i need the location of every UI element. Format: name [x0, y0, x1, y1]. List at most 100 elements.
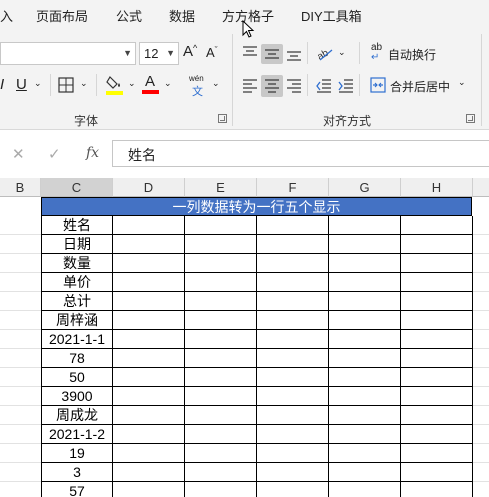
menu-insert[interactable]: 入 — [0, 6, 13, 25]
cell-c[interactable]: 78 — [41, 349, 113, 368]
table-cell[interactable] — [185, 425, 257, 444]
table-cell[interactable] — [257, 330, 329, 349]
table-cell[interactable] — [257, 273, 329, 292]
table-cell[interactable] — [113, 216, 185, 235]
font-dialog-launcher-icon[interactable] — [218, 114, 227, 123]
table-cell[interactable] — [113, 425, 185, 444]
increase-indent-icon[interactable] — [338, 78, 354, 94]
table-cell[interactable] — [329, 311, 401, 330]
table-cell[interactable] — [257, 444, 329, 463]
table-cell[interactable] — [401, 482, 473, 497]
column-header-i[interactable] — [473, 178, 489, 197]
table-cell[interactable] — [401, 406, 473, 425]
table-cell[interactable] — [329, 368, 401, 387]
table-cell[interactable] — [401, 425, 473, 444]
table-cell[interactable] — [113, 482, 185, 497]
cell-c[interactable]: 57 — [41, 482, 113, 497]
table-cell[interactable] — [185, 292, 257, 311]
underline-button[interactable]: U — [16, 76, 27, 93]
table-cell[interactable] — [113, 444, 185, 463]
chevron-down-icon[interactable]: ⌄ — [164, 78, 172, 89]
table-cell[interactable] — [113, 387, 185, 406]
table-cell[interactable] — [257, 425, 329, 444]
cell-c[interactable]: 总计 — [41, 292, 113, 311]
borders-icon[interactable] — [58, 77, 74, 93]
worksheet-grid[interactable]: B C D E F G H 一列数据转为一行五个显示 姓名 日期 数量 单价 总计 周梓涵… — [0, 178, 489, 497]
table-cell[interactable] — [113, 311, 185, 330]
table-cell[interactable] — [185, 235, 257, 254]
top-align-icon[interactable] — [242, 45, 258, 61]
table-cell[interactable] — [401, 216, 473, 235]
column-header-c[interactable]: C — [41, 178, 113, 197]
table-cell[interactable] — [185, 273, 257, 292]
cell-c[interactable]: 2021-1-1 — [41, 330, 113, 349]
table-cell[interactable] — [401, 444, 473, 463]
table-cell[interactable] — [329, 273, 401, 292]
table-cell[interactable] — [401, 463, 473, 482]
table-cell[interactable] — [257, 311, 329, 330]
table-cell[interactable] — [113, 406, 185, 425]
cell-c[interactable]: 50 — [41, 368, 113, 387]
table-cell[interactable] — [113, 254, 185, 273]
table-cell[interactable] — [257, 482, 329, 497]
table-cell[interactable] — [257, 216, 329, 235]
table-cell[interactable] — [113, 463, 185, 482]
middle-align-icon[interactable] — [264, 46, 280, 62]
column-header-f[interactable]: F — [257, 178, 329, 197]
table-cell[interactable] — [401, 330, 473, 349]
menu-formulas[interactable]: 公式 — [116, 6, 142, 25]
italic-button[interactable]: I — [0, 76, 4, 93]
table-cell[interactable] — [329, 292, 401, 311]
increase-font-button[interactable]: A^ — [183, 43, 197, 60]
table-cell[interactable] — [401, 368, 473, 387]
cell-c[interactable]: 姓名 — [41, 216, 113, 235]
check-icon[interactable]: ✓ — [48, 145, 61, 163]
table-cell[interactable] — [257, 292, 329, 311]
table-cell[interactable] — [401, 292, 473, 311]
cell-c[interactable]: 19 — [41, 444, 113, 463]
title-banner[interactable]: 一列数据转为一行五个显示 — [41, 197, 472, 216]
formula-input[interactable] — [112, 140, 489, 167]
table-cell[interactable] — [329, 216, 401, 235]
table-cell[interactable] — [185, 349, 257, 368]
table-cell[interactable] — [185, 482, 257, 497]
table-cell[interactable] — [185, 216, 257, 235]
cell-c[interactable]: 2021-1-2 — [41, 425, 113, 444]
column-header-e[interactable]: E — [185, 178, 257, 197]
bottom-align-icon[interactable] — [286, 47, 302, 63]
table-cell[interactable] — [185, 330, 257, 349]
table-cell[interactable] — [329, 387, 401, 406]
font-size-combo[interactable]: 12 ▼ — [139, 42, 179, 65]
table-cell[interactable] — [113, 330, 185, 349]
phonetic-guide-button[interactable]: wén 文 — [188, 74, 208, 98]
menu-data[interactable]: 数据 — [169, 6, 195, 25]
table-cell[interactable] — [113, 273, 185, 292]
table-cell[interactable] — [257, 387, 329, 406]
table-cell[interactable] — [185, 254, 257, 273]
table-cell[interactable] — [329, 425, 401, 444]
table-cell[interactable] — [329, 235, 401, 254]
chevron-down-icon[interactable]: ⌄ — [80, 78, 88, 89]
table-cell[interactable] — [329, 482, 401, 497]
chevron-down-icon[interactable]: ⌄ — [128, 78, 136, 89]
fill-color-icon[interactable] — [105, 74, 125, 96]
wrap-text-button[interactable]: ab ↵ 自动换行 — [370, 42, 440, 64]
cancel-icon[interactable]: ✕ — [12, 145, 25, 163]
cell-c[interactable]: 日期 — [41, 235, 113, 254]
insert-function-icon[interactable]: fx — [86, 145, 99, 161]
table-cell[interactable] — [401, 254, 473, 273]
table-cell[interactable] — [185, 387, 257, 406]
table-cell[interactable] — [257, 463, 329, 482]
orientation-icon[interactable]: ab — [316, 44, 336, 62]
cell-c[interactable]: 周成龙 — [41, 406, 113, 425]
cell-c[interactable]: 单价 — [41, 273, 113, 292]
cell-c[interactable]: 3 — [41, 463, 113, 482]
table-cell[interactable] — [329, 463, 401, 482]
decrease-font-button[interactable]: Aˇ — [206, 45, 218, 60]
table-cell[interactable] — [185, 406, 257, 425]
table-cell[interactable] — [185, 444, 257, 463]
table-cell[interactable] — [185, 311, 257, 330]
font-color-button[interactable]: A — [142, 73, 160, 95]
table-cell[interactable] — [401, 311, 473, 330]
menu-page-layout[interactable]: 页面布局 — [36, 6, 88, 25]
